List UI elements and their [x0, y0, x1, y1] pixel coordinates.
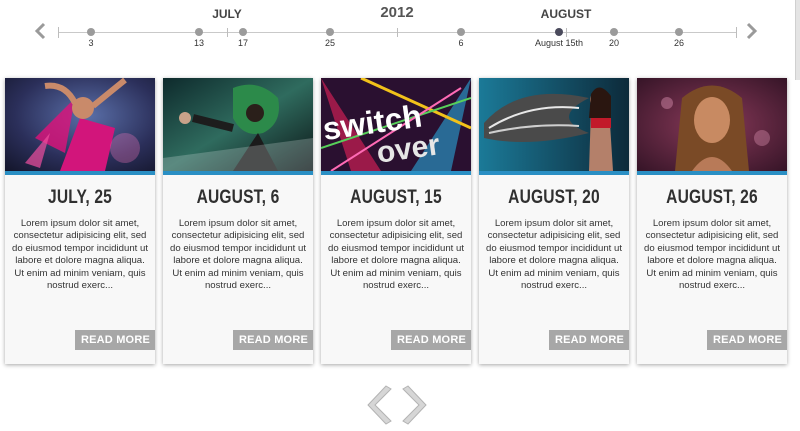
timeline-dot[interactable] — [675, 28, 683, 36]
dancer-photo — [5, 78, 155, 171]
timeline-dot[interactable] — [610, 28, 618, 36]
timeline-year-label: 2012 — [380, 4, 414, 21]
card-date: AUGUST, 6 — [196, 187, 280, 208]
card-date: AUGUST, 26 — [666, 187, 758, 208]
card-excerpt: Lorem ipsum dolor sit amet, consectetur … — [644, 218, 780, 292]
read-more-button[interactable]: READ MORE — [706, 330, 787, 350]
timeline-date-label: 26 — [673, 38, 685, 48]
slider-pager — [362, 384, 432, 428]
card-image[interactable] — [479, 78, 629, 175]
timeline-start-tick — [58, 27, 59, 38]
chevron-right-icon — [746, 22, 758, 40]
timeline-dot[interactable] — [239, 28, 247, 36]
read-more-button[interactable]: READ MORE — [548, 330, 629, 350]
timeline-dot-active[interactable] — [555, 28, 563, 36]
hooded-dancer-photo — [163, 78, 313, 171]
read-more-button[interactable]: READ MORE — [390, 330, 471, 350]
timeline-year-tick — [397, 28, 398, 37]
timeline-date-label: 25 — [324, 38, 336, 48]
event-card: AUGUST, 20 Lorem ipsum dolor sit amet, c… — [479, 78, 629, 364]
card-image[interactable] — [5, 78, 155, 175]
read-more-button[interactable]: READ MORE — [74, 330, 155, 350]
portrait-photo — [637, 78, 787, 171]
card-excerpt: Lorem ipsum dolor sit amet, consectetur … — [486, 218, 622, 292]
page-scrollbar[interactable] — [795, 0, 800, 80]
timeline-date-label: 13 — [193, 38, 205, 48]
timeline-slider: JULY 2012 AUGUST 3 13 17 25 6 August 15t… — [0, 0, 800, 431]
chevron-right-icon — [402, 385, 427, 425]
timeline-month-label: AUGUST — [540, 7, 592, 21]
timeline-date-label: 17 — [237, 38, 249, 48]
read-more-button[interactable]: READ MORE — [232, 330, 313, 350]
event-card: switch over AUGUST, 15 Lorem ipsum dolor… — [321, 78, 471, 364]
card-date: AUGUST, 20 — [508, 187, 600, 208]
card-image[interactable] — [163, 78, 313, 175]
timeline-next-button[interactable] — [744, 22, 760, 42]
timeline-dot[interactable] — [195, 28, 203, 36]
chevron-left-icon — [34, 22, 46, 40]
card-excerpt: Lorem ipsum dolor sit amet, consectetur … — [170, 218, 306, 292]
timeline-month-tick — [227, 28, 228, 37]
card-image[interactable]: switch over — [321, 78, 471, 175]
card-date: JULY, 25 — [48, 187, 112, 208]
timeline-end-tick — [736, 27, 737, 38]
timeline-month-label: JULY — [212, 7, 242, 21]
card-row: JULY, 25 Lorem ipsum dolor sit amet, con… — [0, 78, 800, 368]
card-image[interactable] — [637, 78, 787, 175]
event-card: JULY, 25 Lorem ipsum dolor sit amet, con… — [5, 78, 155, 364]
timeline-bar: JULY 2012 AUGUST 3 13 17 25 6 August 15t… — [0, 0, 800, 60]
timeline-dot[interactable] — [326, 28, 334, 36]
winged-woman-photo — [479, 78, 629, 171]
switch-over-artwork: switch over — [321, 78, 471, 171]
timeline-month-tick — [566, 28, 567, 37]
timeline-date-label: 20 — [608, 38, 620, 48]
card-date: AUGUST, 15 — [350, 187, 442, 208]
slider-next-button[interactable] — [400, 384, 430, 426]
chevron-left-icon — [367, 385, 392, 425]
event-card: AUGUST, 26 Lorem ipsum dolor sit amet, c… — [637, 78, 787, 364]
card-excerpt: Lorem ipsum dolor sit amet, consectetur … — [12, 218, 148, 292]
timeline-date-label: 3 — [88, 38, 94, 48]
timeline-dot[interactable] — [457, 28, 465, 36]
timeline-date-label-active: August 15th — [534, 38, 584, 48]
event-card: AUGUST, 6 Lorem ipsum dolor sit amet, co… — [163, 78, 313, 364]
timeline-dot[interactable] — [87, 28, 95, 36]
card-excerpt: Lorem ipsum dolor sit amet, consectetur … — [328, 218, 464, 292]
timeline-date-label: 6 — [458, 38, 464, 48]
timeline-prev-button[interactable] — [32, 22, 48, 42]
slider-prev-button[interactable] — [364, 384, 394, 426]
